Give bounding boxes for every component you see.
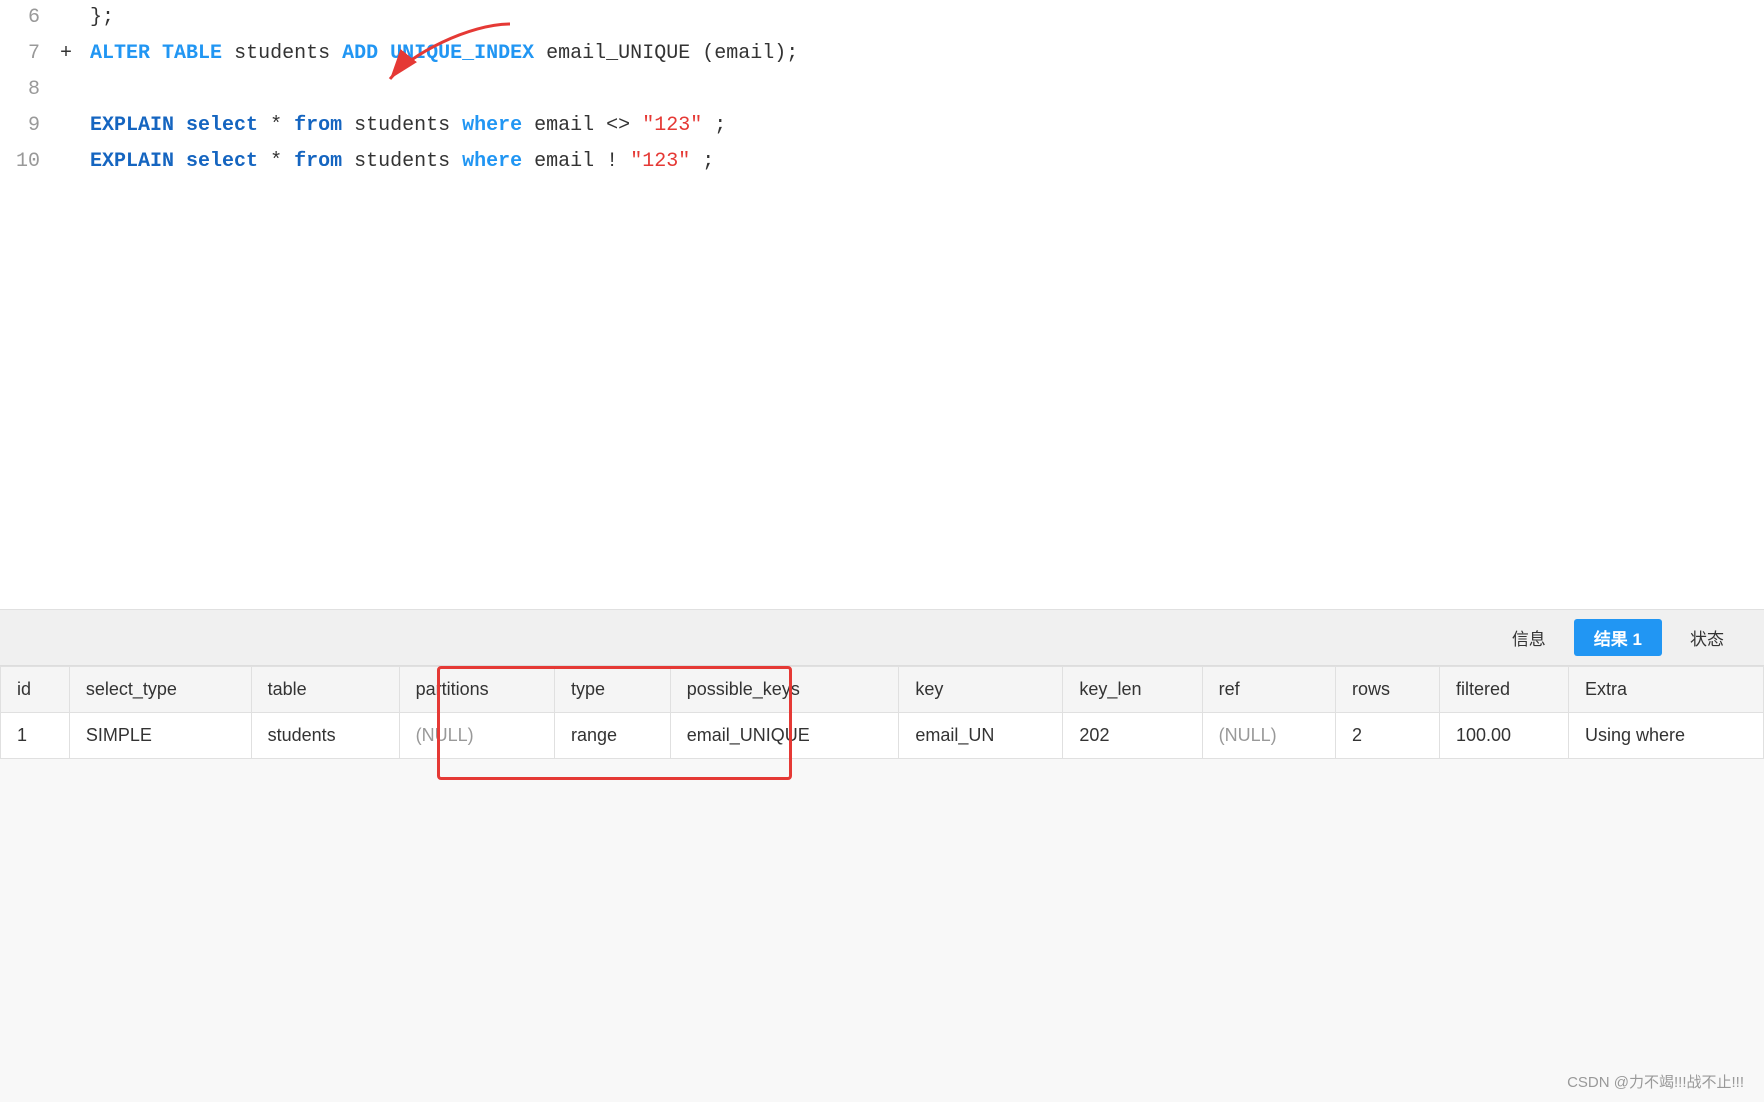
tab-bar: 信息 结果 1 状态 [0,610,1764,666]
line-content-10: EXPLAIN select * from students where ema… [80,144,1764,180]
cell-type: range [554,713,670,759]
tab-result1[interactable]: 结果 1 [1574,619,1662,656]
arrow-annotation [350,14,550,94]
col-header-rows: rows [1335,667,1439,713]
cell-table: students [251,713,399,759]
line-content-9: EXPLAIN select * from students where ema… [80,108,1764,144]
line-content-6: }; [80,0,1764,36]
code-line-9: 9 EXPLAIN select * from students where e… [0,108,1764,144]
footer-watermark: CSDN @力不竭!!!战不止!!! [1567,1071,1744,1092]
cell-extra: Using where [1569,713,1764,759]
col-header-table: table [251,667,399,713]
col-header-type: type [554,667,670,713]
cell-partitions: (NULL) [399,713,554,759]
table-row: 1 SIMPLE students (NULL) range email_UNI… [1,713,1764,759]
line-number-9: 9 [0,108,60,144]
code-line-7: 7 + ALTER TABLE students ADD UNIQUE_INDE… [0,36,1764,72]
results-table-wrapper: id select_type table partitions type pos… [0,666,1764,759]
code-line-6: 6 }; [0,0,1764,36]
cell-key: email_UN [899,713,1063,759]
col-header-extra: Extra [1569,667,1764,713]
cell-filtered: 100.00 [1440,713,1569,759]
col-header-ref: ref [1202,667,1335,713]
cell-ref: (NULL) [1202,713,1335,759]
line-content-7: ALTER TABLE students ADD UNIQUE_INDEX em… [80,36,1764,72]
table-header-row: id select_type table partitions type pos… [1,667,1764,713]
line-number-7: 7 [0,36,60,72]
code-line-8: 8 [0,72,1764,108]
cell-rows: 2 [1335,713,1439,759]
col-header-select-type: select_type [69,667,251,713]
tab-status[interactable]: 状态 [1670,619,1744,656]
line-marker-7: + [60,36,80,72]
col-header-possible-keys: possible_keys [670,667,899,713]
cell-select-type: SIMPLE [69,713,251,759]
col-header-id: id [1,667,70,713]
line-number-10: 10 [0,144,60,180]
line-number-8: 8 [0,72,60,108]
code-line-10: 10 EXPLAIN select * from students where … [0,144,1764,180]
code-editor: 6 }; 7 + ALTER TABLE students ADD UNIQUE… [0,0,1764,610]
tab-info[interactable]: 信息 [1492,619,1566,656]
col-header-key-len: key_len [1063,667,1202,713]
bottom-panel: 信息 结果 1 状态 id select_type table partitio… [0,610,1764,1102]
line-content-8 [80,72,1764,108]
col-header-key: key [899,667,1063,713]
results-table: id select_type table partitions type pos… [0,666,1764,759]
cell-key-len: 202 [1063,713,1202,759]
cell-id: 1 [1,713,70,759]
col-header-partitions: partitions [399,667,554,713]
cell-possible-keys: email_UNIQUE [670,713,899,759]
line-number-6: 6 [0,0,60,36]
col-header-filtered: filtered [1440,667,1569,713]
